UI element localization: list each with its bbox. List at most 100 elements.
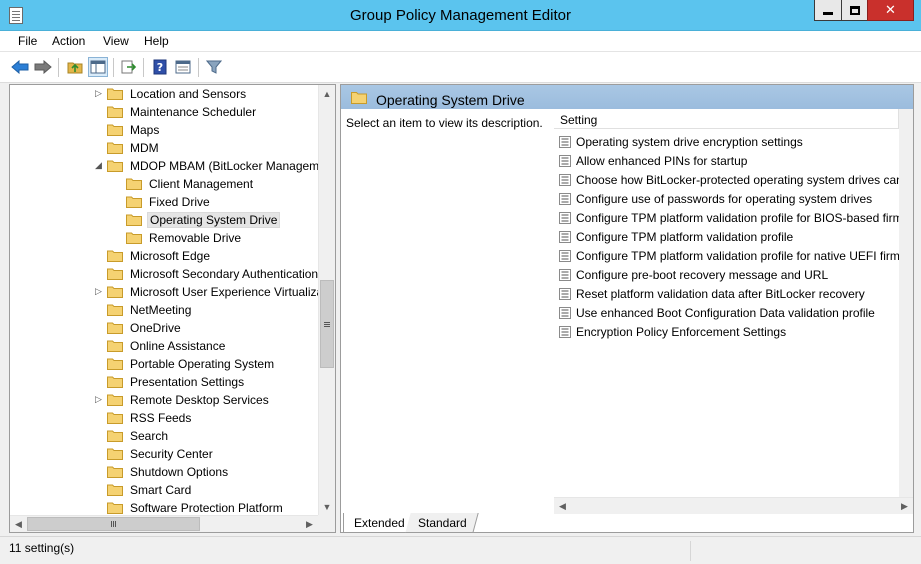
setting-label: Allow enhanced PINs for startup bbox=[576, 154, 748, 168]
scroll-up-icon[interactable]: ▲ bbox=[319, 85, 335, 102]
setting-row[interactable]: Configure pre-boot recovery message and … bbox=[554, 265, 899, 284]
toolbar-separator bbox=[143, 58, 144, 77]
filter-button[interactable] bbox=[204, 57, 224, 77]
svg-text:?: ? bbox=[157, 61, 163, 74]
description-text: Select an item to view its description. bbox=[346, 116, 543, 130]
tree-item[interactable]: ▷ Remote Desktop Services bbox=[10, 391, 318, 409]
list-vertical-scrollbar[interactable] bbox=[899, 109, 913, 497]
grip-icon bbox=[324, 323, 330, 325]
tree-item[interactable]: Search bbox=[10, 427, 318, 445]
setting-row[interactable]: Reset platform validation data after Bit… bbox=[554, 284, 899, 303]
folder-icon bbox=[107, 358, 123, 370]
list-horizontal-scrollbar[interactable]: ◀ ▶ bbox=[554, 497, 913, 514]
tree-item[interactable]: Shutdown Options bbox=[10, 463, 318, 481]
policy-setting-icon bbox=[559, 193, 571, 205]
tree-item[interactable]: Online Assistance bbox=[10, 337, 318, 355]
menu-file[interactable]: File bbox=[18, 34, 37, 48]
minimize-icon bbox=[823, 11, 833, 15]
tree-item[interactable]: ◢ MDOP MBAM (BitLocker Management bbox=[10, 157, 318, 175]
folder-icon bbox=[107, 394, 123, 406]
setting-row[interactable]: Use enhanced Boot Configuration Data val… bbox=[554, 303, 899, 322]
details-header: Operating System Drive bbox=[341, 85, 913, 109]
folder-icon bbox=[107, 286, 123, 298]
setting-label: Configure use of passwords for operating… bbox=[576, 192, 873, 206]
tree-item[interactable]: RSS Feeds bbox=[10, 409, 318, 427]
setting-row[interactable]: Configure TPM platform validation profil… bbox=[554, 227, 899, 246]
tree-item[interactable]: Security Center bbox=[10, 445, 318, 463]
properties-icon bbox=[175, 60, 191, 74]
expand-arrow-icon[interactable]: ▷ bbox=[95, 88, 105, 100]
policy-setting-icon bbox=[559, 307, 571, 319]
toolbar-separator bbox=[113, 58, 114, 77]
forward-button[interactable] bbox=[33, 57, 53, 77]
setting-label: Configure TPM platform validation profil… bbox=[576, 211, 899, 225]
scroll-thumb[interactable] bbox=[27, 517, 200, 531]
tree-item[interactable]: Presentation Settings bbox=[10, 373, 318, 391]
export-list-button[interactable] bbox=[119, 57, 139, 77]
folder-icon bbox=[351, 92, 367, 104]
tree-item[interactable]: ▷ Microsoft User Experience Virtualizat bbox=[10, 283, 318, 301]
column-header-setting[interactable]: Setting bbox=[554, 109, 899, 129]
close-button[interactable]: ✕ bbox=[867, 0, 914, 21]
status-bar: 11 setting(s) bbox=[0, 536, 921, 564]
setting-row[interactable]: Encryption Policy Enforcement Settings bbox=[554, 322, 899, 341]
folder-icon bbox=[107, 268, 123, 280]
setting-row[interactable]: Configure use of passwords for operating… bbox=[554, 189, 899, 208]
details-panel: Operating System Drive Select an item to… bbox=[340, 84, 914, 533]
tree-item[interactable]: ▷ Location and Sensors bbox=[10, 85, 318, 103]
folder-icon bbox=[126, 232, 142, 244]
scroll-left-icon[interactable]: ◀ bbox=[554, 498, 571, 514]
setting-row[interactable]: Allow enhanced PINs for startup bbox=[554, 151, 899, 170]
scroll-thumb[interactable] bbox=[320, 280, 334, 368]
tree-item-selected[interactable]: Operating System Drive bbox=[10, 211, 318, 229]
back-button[interactable] bbox=[10, 57, 30, 77]
up-one-level-button[interactable] bbox=[65, 57, 85, 77]
details-heading: Operating System Drive bbox=[376, 92, 525, 108]
folder-icon bbox=[107, 466, 123, 478]
scroll-right-icon[interactable]: ▶ bbox=[896, 498, 913, 514]
expand-arrow-icon[interactable]: ▷ bbox=[95, 286, 105, 298]
scroll-down-icon[interactable]: ▼ bbox=[319, 498, 335, 515]
menu-action[interactable]: Action bbox=[52, 34, 85, 48]
folder-icon bbox=[107, 340, 123, 352]
tab-extended[interactable]: Extended bbox=[343, 513, 414, 533]
tree-item[interactable]: MDM bbox=[10, 139, 318, 157]
tree-vertical-scrollbar[interactable]: ▲ ▼ bbox=[318, 85, 335, 515]
tree-item[interactable]: Fixed Drive bbox=[10, 193, 318, 211]
show-hide-tree-icon bbox=[90, 60, 106, 74]
title-bar: Group Policy Management Editor ✕ bbox=[0, 0, 921, 31]
show-hide-tree-button[interactable] bbox=[88, 57, 108, 77]
policy-setting-icon bbox=[559, 269, 571, 281]
close-icon: ✕ bbox=[885, 2, 896, 17]
tree-item[interactable]: Client Management bbox=[10, 175, 318, 193]
tree-item[interactable]: Portable Operating System bbox=[10, 355, 318, 373]
folder-icon bbox=[107, 88, 123, 100]
menu-help[interactable]: Help bbox=[144, 34, 169, 48]
collapse-arrow-icon[interactable]: ◢ bbox=[95, 160, 105, 172]
menu-bar: File Action View Help bbox=[0, 31, 921, 52]
tree-item[interactable]: NetMeeting bbox=[10, 301, 318, 319]
properties-button[interactable] bbox=[173, 57, 193, 77]
tree-item[interactable]: Microsoft Secondary Authentication bbox=[10, 265, 318, 283]
tree-item[interactable]: OneDrive bbox=[10, 319, 318, 337]
tree-horizontal-scrollbar[interactable]: ◀ ▶ bbox=[10, 515, 318, 532]
tree-item[interactable]: Maintenance Scheduler bbox=[10, 103, 318, 121]
tree-item[interactable]: Smart Card bbox=[10, 481, 318, 499]
scroll-left-icon[interactable]: ◀ bbox=[10, 516, 27, 532]
setting-row[interactable]: Configure TPM platform validation profil… bbox=[554, 246, 899, 265]
minimize-button[interactable] bbox=[814, 0, 842, 21]
menu-view[interactable]: View bbox=[103, 34, 129, 48]
tree-item[interactable]: Microsoft Edge bbox=[10, 247, 318, 265]
tab-standard[interactable]: Standard bbox=[405, 513, 479, 533]
help-button[interactable]: ? bbox=[150, 57, 170, 77]
setting-row[interactable]: Operating system drive encryption settin… bbox=[554, 132, 899, 151]
tree-panel: ▷ Location and Sensors Maintenance Schedu… bbox=[9, 84, 336, 533]
tree-item[interactable]: Removable Drive bbox=[10, 229, 318, 247]
setting-row[interactable]: Configure TPM platform validation profil… bbox=[554, 208, 899, 227]
expand-arrow-icon[interactable]: ▷ bbox=[95, 394, 105, 406]
scroll-right-icon[interactable]: ▶ bbox=[301, 516, 318, 532]
maximize-button[interactable] bbox=[841, 0, 868, 21]
setting-row[interactable]: Choose how BitLocker-protected operating… bbox=[554, 170, 899, 189]
maximize-icon bbox=[849, 5, 860, 15]
tree-item[interactable]: Maps bbox=[10, 121, 318, 139]
